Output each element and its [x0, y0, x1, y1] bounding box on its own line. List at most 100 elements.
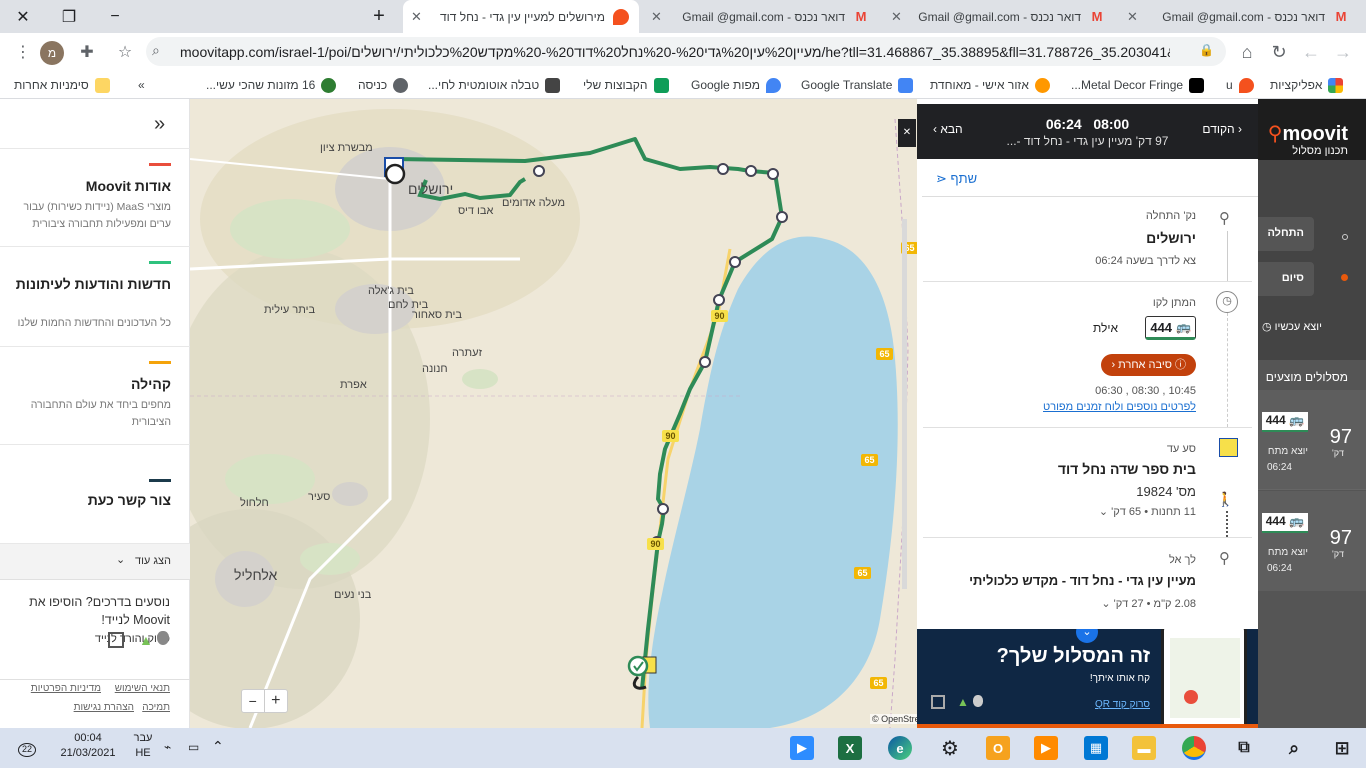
minimize-window-button[interactable]: −: [92, 0, 138, 33]
bookmarks-more-button[interactable]: »: [138, 76, 145, 94]
excel-icon[interactable]: X: [838, 736, 862, 760]
bookmark-apps[interactable]: אפליקציות: [1270, 76, 1344, 94]
tab-gmail-2[interactable]: M דואר נכנס - Gmail @gmail.com ✕: [883, 0, 1115, 33]
bookmark-item[interactable]: אזור אישי - מאוחדת: [930, 76, 1050, 94]
profile-avatar[interactable]: מ: [40, 41, 64, 65]
bus-line-badge[interactable]: 🚌 444: [1145, 316, 1196, 340]
road-shield: 65: [870, 677, 887, 689]
chevron-down-icon: ⌄: [116, 554, 126, 566]
news-section[interactable]: חדשות והודעות לעיתונות כל העדכונים והחדש…: [0, 247, 190, 347]
qr-icon[interactable]: [108, 632, 124, 648]
privacy-link[interactable]: מדיניות הפרטיות: [31, 683, 101, 694]
bookmark-item[interactable]: מפות Google: [691, 76, 782, 94]
close-panel-icon[interactable]: ✕: [898, 119, 916, 147]
accessibility-link[interactable]: הצהרת נגישות: [74, 702, 134, 713]
start-windows-icon[interactable]: ⊞: [1330, 736, 1354, 760]
settings-gear-icon[interactable]: ⚙: [938, 736, 962, 760]
address-bar[interactable]: ⌕ moovitapp.com/israel-1/poi/מעיין%20עין…: [146, 37, 1226, 66]
zoom-app-icon[interactable]: ▶: [790, 736, 814, 760]
bookmark-item[interactable]: הקבוצות שלי: [583, 76, 669, 94]
tab-moovit[interactable]: מירושלים למעיין עין גדי - נחל דוד ✕: [403, 0, 639, 33]
depart-now[interactable]: יוצא עכשיו ◷: [1262, 320, 1322, 333]
tab-gmail-3[interactable]: M דואר נכנס - Gmail @gmail.com ✕: [1119, 0, 1359, 33]
bookmark-item[interactable]: כניסה: [358, 76, 409, 94]
to-field[interactable]: סיום: [1258, 262, 1314, 296]
restore-window-button[interactable]: ❐: [46, 0, 92, 33]
zoom-out-button[interactable]: −: [242, 690, 265, 712]
bookmark-item[interactable]: Metal Decor Fringe...: [1071, 76, 1205, 94]
route-header: ‹ הקודם הבא › 06:24 08:00 97 דק' מעיין ע…: [917, 104, 1258, 159]
back-icon[interactable]: →: [1332, 41, 1354, 63]
collapse-sidebar-button[interactable]: «: [154, 113, 165, 136]
bookmark-other[interactable]: סימניות אחרות: [14, 76, 110, 94]
media-app-icon[interactable]: ▶: [1034, 736, 1058, 760]
task-view-icon[interactable]: ⧉: [1232, 736, 1256, 760]
forward-icon[interactable]: ←: [1300, 41, 1322, 63]
terms-link[interactable]: תנאי השימוש: [115, 683, 170, 694]
heart-icon: [1034, 77, 1050, 93]
route-card[interactable]: 97 דק' 🚌 444 יוצא מתח 06:24: [1258, 390, 1366, 490]
map-attribution[interactable]: © OpenStreetMap: [870, 714, 917, 724]
bookmark-item[interactable]: 16 מזונות שהכי עשי...: [206, 76, 337, 94]
bookmark-item[interactable]: Google Translate: [801, 76, 914, 94]
close-tab-icon[interactable]: ✕: [651, 9, 662, 25]
share-button[interactable]: שתף ⋖: [936, 171, 977, 187]
route-card[interactable]: 97 דק' 🚌 444 יוצא מתח 06:24: [1258, 491, 1366, 591]
support-link[interactable]: תמיכה: [142, 702, 170, 713]
menu-icon[interactable]: ⋮: [12, 41, 34, 63]
map-scrollbar[interactable]: [902, 219, 907, 589]
from-field[interactable]: התחלה: [1258, 217, 1314, 251]
map-label: בית סאחור: [412, 309, 462, 321]
chevron-down-icon[interactable]: ⌄: [1076, 629, 1098, 643]
close-tab-icon[interactable]: ✕: [1127, 9, 1138, 25]
bookmark-star-icon[interactable]: ☆: [114, 41, 136, 63]
extensions-icon[interactable]: ✚: [76, 41, 98, 63]
clock-icon: ◷: [1261, 321, 1272, 333]
windows-taskbar: 22 00:04 21/03/2021 עבר HE ⌁ ▭ ⌃ ▶ X e ⚙…: [0, 728, 1366, 768]
reload-icon[interactable]: ↻: [1268, 41, 1290, 63]
language-indicator[interactable]: עבר HE: [128, 732, 158, 759]
close-tab-icon[interactable]: ✕: [411, 9, 422, 25]
battery-icon[interactable]: ▭: [188, 740, 199, 754]
url-text[interactable]: moovitapp.com/israel-1/poi/מעיין%20עין%2…: [180, 44, 1170, 60]
lock-icon[interactable]: 🔒: [1199, 43, 1214, 57]
about-section[interactable]: אודות Moovit מוצרי MaaS (ניידות כשירות) …: [0, 148, 190, 247]
edge-icon[interactable]: e: [888, 736, 912, 760]
close-window-button[interactable]: ✕: [0, 0, 46, 33]
community-section[interactable]: קהילה מחפים ביחד את עולם התחבורה הציבורי…: [0, 347, 190, 445]
route-minutes-unit: דק': [1331, 549, 1344, 559]
chevron-up-icon[interactable]: ⌃: [212, 738, 224, 755]
promo-subtitle: קח אותו איתך!: [1089, 673, 1150, 684]
network-icon[interactable]: ⌁: [164, 740, 171, 754]
schedule-link[interactable]: לפרטים נוספים ולוח זמנים מפורט: [1043, 401, 1196, 413]
new-tab-button[interactable]: +: [356, 0, 402, 33]
walk-info[interactable]: 2.08 ק"מ • 27 דק' ⌄: [1101, 597, 1196, 610]
clock[interactable]: 00:04 21/03/2021: [58, 732, 118, 759]
zoom-in-button[interactable]: +: [265, 690, 287, 712]
ride-info[interactable]: 11 תחנות • 65 דק' ⌄: [1099, 505, 1196, 518]
show-more-button[interactable]: הצג עוד ⌄: [0, 544, 190, 580]
notes-app-icon[interactable]: O: [986, 736, 1010, 760]
close-tab-icon[interactable]: ✕: [891, 9, 902, 25]
map-label: ירושלים: [408, 181, 454, 197]
other-reason-button[interactable]: ⓘ סיבה אחרת ‹: [1101, 354, 1196, 376]
chrome-icon[interactable]: [1182, 736, 1206, 760]
android-icon[interactable]: ▲: [139, 632, 153, 648]
nav-plan-route[interactable]: תכנון מסלול: [1292, 145, 1348, 157]
contact-section[interactable]: צור קשר כעת: [0, 445, 190, 544]
file-explorer-icon[interactable]: ▬: [1132, 736, 1156, 760]
promo-qr-link[interactable]: סרוק קוד QR: [1095, 699, 1150, 710]
search-icon[interactable]: ⌕: [1282, 736, 1306, 760]
home-icon[interactable]: ⌂: [1236, 41, 1258, 63]
site-icon: [545, 77, 561, 93]
apple-icon[interactable]: [157, 631, 169, 645]
tab-gmail-1[interactable]: M דואר נכנס - Gmail @gmail.com ✕: [643, 0, 879, 33]
route-map[interactable]: מבשרת ציון ירושלים מעלה אדומים אבו דיס ב…: [190, 99, 917, 728]
store-icon[interactable]: ▦: [1084, 736, 1108, 760]
bookmark-item[interactable]: u: [1226, 76, 1254, 94]
notifications-button[interactable]: 22: [14, 737, 40, 759]
moovit-logo[interactable]: ⚲moovit: [1268, 121, 1348, 146]
bookmark-item[interactable]: טבלה אוטומטית לחי...: [428, 76, 561, 94]
app-promo-banner[interactable]: זה המסלול שלך? קח אותו איתך! סרוק קוד QR…: [917, 629, 1258, 728]
map-label: ביתר עילית: [264, 304, 316, 316]
